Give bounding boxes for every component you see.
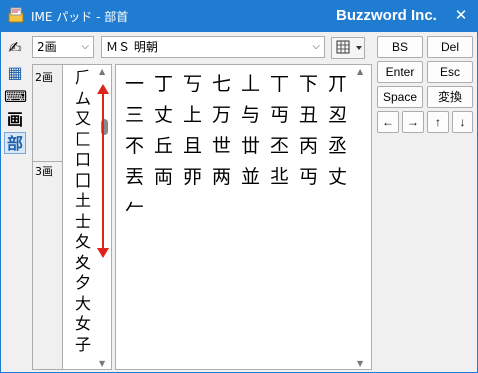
del-button[interactable]: Del: [427, 36, 473, 58]
radical-list: ⺁ ム 又 匚 口 囗 土 士 夂 夊 夕 大 女 子 ▲ ▼: [62, 64, 112, 370]
character-cell[interactable]: 两: [207, 162, 236, 193]
convert-button[interactable]: 変換: [427, 86, 473, 108]
esc-button[interactable]: Esc: [427, 61, 473, 83]
space-button[interactable]: Space: [377, 86, 423, 108]
character-cell[interactable]: 丑: [294, 100, 323, 131]
radical-item[interactable]: ⺁: [73, 68, 93, 89]
character-cell[interactable]: 不: [120, 131, 149, 162]
radical-item[interactable]: 土: [73, 191, 93, 212]
character-cell[interactable]: 丄: [236, 69, 265, 100]
stroke-group-list: 2画 3画: [32, 64, 62, 370]
character-cell[interactable]: 丁: [149, 69, 178, 100]
radical-item[interactable]: 口: [73, 150, 93, 171]
character-cell[interactable]: 丣: [178, 162, 207, 193]
scroll-down-icon[interactable]: ▼: [357, 359, 363, 368]
annotation-arrow-down-icon: [97, 248, 109, 258]
bs-button[interactable]: BS: [377, 36, 423, 58]
character-cell[interactable]: 丂: [178, 69, 207, 100]
character-cell[interactable]: 丕: [265, 131, 294, 162]
arrow-down-button[interactable]: ↓: [452, 111, 473, 133]
radical-item[interactable]: 夊: [73, 253, 93, 274]
character-cell[interactable]: 下: [294, 69, 323, 100]
arrow-up-button[interactable]: ↑: [427, 111, 449, 133]
radical-item[interactable]: 又: [73, 109, 93, 130]
brand-label: Buzzword Inc.: [336, 7, 437, 24]
character-cell[interactable]: 丠: [265, 162, 294, 193]
annotation-arrow-up-icon: [97, 84, 109, 94]
font-select[interactable]: ＭＳ 明朝 ⌵: [101, 36, 325, 58]
character-cell[interactable]: 丒: [323, 100, 352, 131]
chevron-down-icon: ⌵: [81, 41, 89, 52]
ime-pad-window: IME パッド - 部首 Buzzword Inc. ✕ ✍ ▦ ⌨ 画 部 2…: [0, 0, 478, 373]
close-icon: ✕: [454, 6, 468, 24]
radical-item[interactable]: 夕: [73, 273, 93, 294]
handwriting-tool-icon[interactable]: ✍: [4, 37, 26, 59]
tool-column: ✍ ▦ ⌨ 画 部: [1, 32, 29, 372]
character-grid: 一丁丂七丄丅下丌三丈上万与丏丑丒不丘且世丗丕丙丞丟両丣两並丠丏丈𠂉: [120, 69, 352, 224]
character-grid-panel: 一丁丂七丄丅下丌三丈上万与丏丑丒不丘且世丗丕丙丞丟両丣两並丠丏丈𠂉 ▲ ▼: [115, 64, 372, 370]
title-bar[interactable]: IME パッド - 部首 Buzzword Inc. ✕: [0, 0, 478, 32]
radical-item[interactable]: 囗: [73, 171, 93, 192]
radical-item[interactable]: 夂: [73, 232, 93, 253]
character-cell[interactable]: 丗: [236, 131, 265, 162]
scroll-up-icon[interactable]: ▲: [99, 67, 105, 76]
stroke-count-select[interactable]: 2画 ⌵: [32, 36, 94, 58]
stroke-group-3[interactable]: 3画: [35, 163, 53, 179]
character-cell[interactable]: 並: [236, 162, 265, 193]
character-cell[interactable]: 丘: [149, 131, 178, 162]
character-cell[interactable]: 𠂉: [120, 193, 149, 224]
view-mode-button[interactable]: [331, 37, 365, 59]
character-cell[interactable]: 丙: [294, 131, 323, 162]
radical-column: ⺁ ム 又 匚 口 囗 土 士 夂 夊 夕 大 女 子: [73, 68, 93, 355]
stroke-count-value: 2画: [37, 40, 57, 54]
character-cell[interactable]: 与: [236, 100, 265, 131]
radical-item[interactable]: 匚: [73, 130, 93, 151]
font-value: ＭＳ 明朝: [106, 40, 158, 54]
close-button[interactable]: ✕: [444, 0, 478, 32]
ime-app-icon: [8, 7, 24, 23]
character-cell[interactable]: 丏: [294, 162, 323, 193]
arrow-right-button[interactable]: →: [402, 111, 424, 133]
grid-view-icon: [336, 40, 362, 54]
client-area: ✍ ▦ ⌨ 画 部 2画 ⌵ ＭＳ 明朝 ⌵ 2画 3画 ⺁ ム 又 匚 口 囗…: [1, 32, 477, 372]
character-cell[interactable]: 丞: [323, 131, 352, 162]
radical-item[interactable]: ム: [73, 89, 93, 110]
chevron-down-icon: ⌵: [312, 41, 320, 52]
radical-item[interactable]: 士: [73, 212, 93, 233]
radical-item[interactable]: 女: [73, 314, 93, 335]
character-cell[interactable]: 丌: [323, 69, 352, 100]
character-cell[interactable]: 七: [207, 69, 236, 100]
character-cell[interactable]: 上: [178, 100, 207, 131]
radical-scrollbar[interactable]: ▲ ▼: [97, 67, 111, 368]
softkeyboard-tool-icon[interactable]: ▦: [4, 62, 26, 84]
radical-item[interactable]: 大: [73, 294, 93, 315]
enter-button[interactable]: Enter: [377, 61, 423, 83]
annotation-arrow-line: [102, 92, 104, 250]
keyboard-tool-icon[interactable]: ⌨: [4, 86, 27, 108]
radical-item[interactable]: 子: [73, 335, 93, 356]
character-cell[interactable]: 丅: [265, 69, 294, 100]
character-cell[interactable]: 且: [178, 131, 207, 162]
character-cell[interactable]: 一: [120, 69, 149, 100]
arrow-left-button[interactable]: ←: [377, 111, 399, 133]
character-cell[interactable]: 万: [207, 100, 236, 131]
stroke-count-tool-icon[interactable]: 画: [4, 109, 26, 131]
character-cell[interactable]: 両: [149, 162, 178, 193]
scroll-up-icon[interactable]: ▲: [357, 67, 363, 76]
window-title: IME パッド - 部首: [31, 10, 129, 24]
character-cell[interactable]: 丈: [323, 162, 352, 193]
scroll-down-icon[interactable]: ▼: [99, 359, 105, 368]
character-cell[interactable]: 丟: [120, 162, 149, 193]
character-cell[interactable]: 丏: [265, 100, 294, 131]
character-cell[interactable]: 丈: [149, 100, 178, 131]
stroke-group-2[interactable]: 2画: [35, 69, 53, 85]
character-cell[interactable]: 三: [120, 100, 149, 131]
character-scrollbar[interactable]: ▲ ▼: [353, 67, 369, 368]
character-cell[interactable]: 世: [207, 131, 236, 162]
divider: [33, 161, 62, 162]
radical-tool-icon[interactable]: 部: [4, 132, 26, 154]
